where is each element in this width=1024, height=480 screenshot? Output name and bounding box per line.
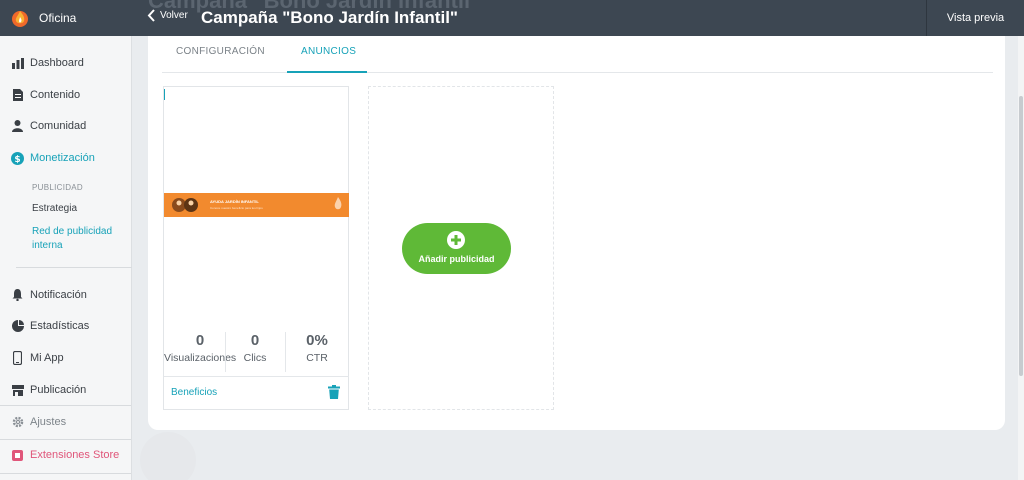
ad-stats: 0 Visualizaciones 0 Clics 0% CTR bbox=[164, 332, 349, 372]
phone-icon bbox=[11, 351, 24, 365]
background-circle bbox=[140, 432, 196, 480]
stat-label: Clics bbox=[243, 352, 267, 364]
trash-icon[interactable] bbox=[328, 385, 340, 399]
sidebar-item-dashboard[interactable]: Dashboard bbox=[0, 50, 131, 76]
sidebar-item-label: Ajustes bbox=[30, 416, 67, 428]
ad-card-footer: Beneficios bbox=[164, 376, 349, 410]
chevron-left-icon bbox=[147, 9, 155, 22]
sidebar-item-label: Contenido bbox=[30, 89, 81, 101]
preview-button[interactable]: Vista previa bbox=[926, 0, 1024, 36]
user-icon bbox=[11, 120, 24, 133]
sidebar-item-contenido[interactable]: Contenido bbox=[0, 82, 131, 108]
flame-icon bbox=[12, 11, 28, 27]
tab-bar: CONFIGURACIÓN ANUNCIOS bbox=[162, 36, 993, 73]
svg-text:$: $ bbox=[14, 155, 20, 165]
gear-icon bbox=[11, 416, 24, 429]
sidebar-divider bbox=[16, 267, 132, 268]
stat-clics: 0 Clics bbox=[226, 332, 284, 364]
main-panel: CONFIGURACIÓN ANUNCIOS AYUDA JARDÍN INFA… bbox=[148, 36, 1005, 430]
sidebar-item-label: Publicación bbox=[30, 384, 87, 396]
stat-value: 0% bbox=[306, 332, 328, 349]
sidebar-divider bbox=[0, 405, 131, 406]
text-caret bbox=[164, 89, 165, 100]
sidebar-item-label: Estadísticas bbox=[30, 320, 90, 332]
stat-ctr: 0% CTR bbox=[286, 332, 348, 364]
add-ad-card: Añadir publicidad bbox=[368, 86, 554, 410]
dollar-circle-icon: $ bbox=[11, 151, 24, 165]
sidebar-item-label: Extensiones Store bbox=[30, 449, 120, 461]
sidebar-subitem-red-publicidad[interactable]: Red de publicidad interna bbox=[32, 225, 122, 253]
sidebar-item-label: Monetización bbox=[30, 152, 95, 164]
sidebar-item-label: Mi App bbox=[30, 352, 64, 364]
bell-icon bbox=[11, 289, 24, 302]
pie-chart-icon bbox=[11, 320, 24, 333]
ad-card[interactable]: AYUDA JARDÍN INFANTIL Conoce nuestro ben… bbox=[163, 86, 349, 410]
page-title: Campaña "Bono Jardín Infantil" bbox=[201, 8, 458, 27]
beneficios-link[interactable]: Beneficios bbox=[171, 387, 217, 398]
bar-chart-icon bbox=[11, 57, 24, 70]
stat-label: CTR bbox=[306, 352, 328, 364]
sidebar-item-label: Comunidad bbox=[30, 120, 87, 132]
sidebar-subitem-estrategia[interactable]: Estrategia bbox=[32, 202, 77, 216]
ad-banner[interactable]: AYUDA JARDÍN INFANTIL Conoce nuestro ben… bbox=[164, 193, 349, 217]
scroll-thumb[interactable] bbox=[1019, 96, 1023, 376]
plus-circle-icon bbox=[447, 231, 465, 249]
scrollbar[interactable] bbox=[1018, 36, 1024, 480]
sidebar-item-comunidad[interactable]: Comunidad bbox=[0, 113, 131, 139]
sidebar-item-label: Dashboard bbox=[30, 57, 84, 69]
top-bar: Oficina Campaña "Bono Jardín Infantil" V… bbox=[0, 0, 1024, 36]
sidebar-item-notificacion[interactable]: Notificación bbox=[0, 282, 131, 308]
sidebar-item-label: Notificación bbox=[30, 289, 87, 301]
sidebar-item-monetizacion[interactable]: $ Monetización bbox=[0, 145, 131, 171]
back-button[interactable]: Volver bbox=[147, 9, 188, 22]
sidebar: Dashboard Contenido Comunidad $ Monetiza… bbox=[0, 36, 132, 480]
brand[interactable]: Oficina bbox=[0, 0, 132, 36]
sidebar-item-estadisticas[interactable]: Estadísticas bbox=[0, 313, 131, 339]
sidebar-divider bbox=[0, 473, 131, 474]
extension-icon bbox=[11, 449, 24, 462]
ad-banner-title: AYUDA JARDÍN INFANTIL bbox=[210, 199, 259, 204]
tab-configuracion[interactable]: CONFIGURACIÓN bbox=[176, 46, 265, 57]
sidebar-divider bbox=[0, 439, 131, 440]
add-ad-label: Añadir publicidad bbox=[418, 254, 495, 264]
ad-banner-subtitle: Conoce nuestro beneficio para tus hijos bbox=[210, 206, 263, 210]
brand-name: Oficina bbox=[39, 11, 77, 25]
sidebar-item-mi-app[interactable]: Mi App bbox=[0, 345, 131, 371]
children-icon bbox=[172, 198, 198, 212]
add-ad-button[interactable]: Añadir publicidad bbox=[402, 223, 511, 274]
active-tab-indicator bbox=[287, 71, 367, 73]
sidebar-item-publicacion[interactable]: Publicación bbox=[0, 377, 131, 403]
document-icon bbox=[11, 89, 24, 102]
stat-value: 0 bbox=[250, 332, 260, 349]
sidebar-item-ajustes[interactable]: Ajustes bbox=[0, 409, 131, 435]
tab-anuncios[interactable]: ANUNCIOS bbox=[301, 46, 356, 57]
store-icon bbox=[11, 384, 24, 397]
back-label: Volver bbox=[160, 10, 188, 21]
flame-icon bbox=[334, 197, 342, 210]
sidebar-subheading: PUBLICIDAD bbox=[32, 183, 84, 192]
sidebar-item-extensiones-store[interactable]: Extensiones Store bbox=[0, 442, 131, 468]
